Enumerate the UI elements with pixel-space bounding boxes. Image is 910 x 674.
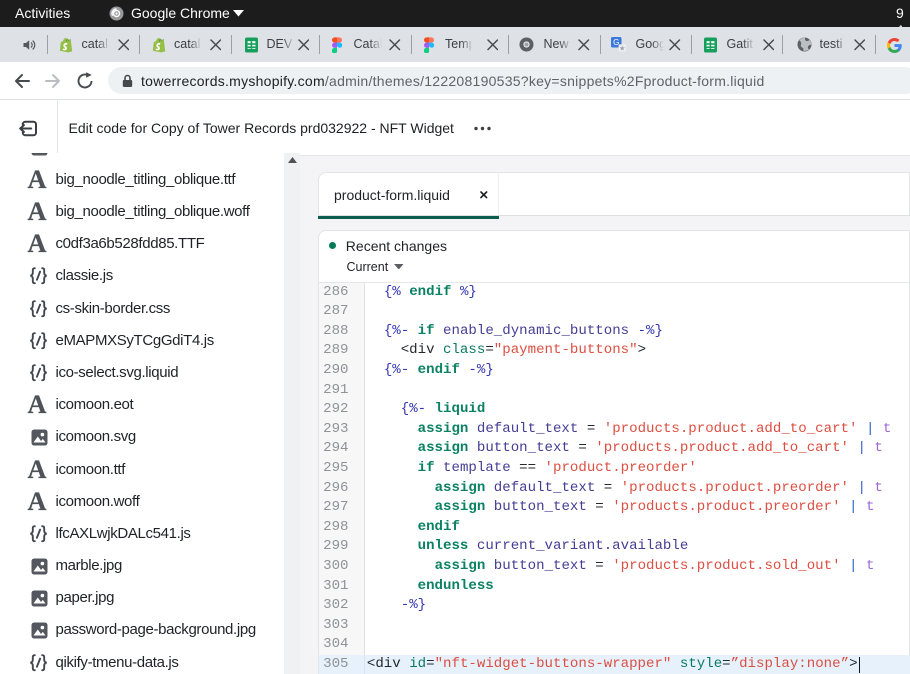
svg-text:★: ★ [619,44,625,52]
